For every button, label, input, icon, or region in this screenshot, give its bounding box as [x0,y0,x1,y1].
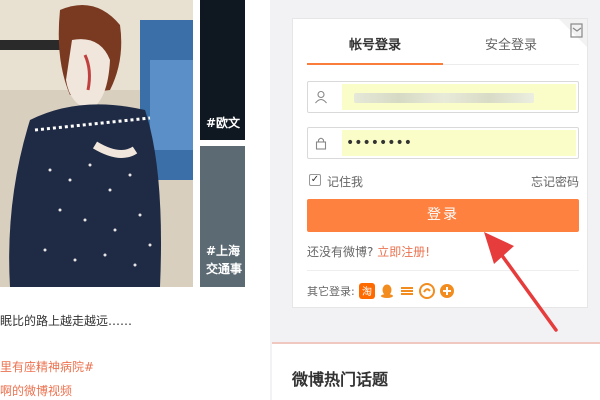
hot-topics-title: 微博热门话题 [292,370,389,389]
side-tag-1: #欧文 [206,116,241,130]
remember-label[interactable]: 记住我 [327,173,363,190]
tianyi-icon[interactable] [399,283,415,299]
illustration [0,0,193,287]
lock-icon [308,128,334,158]
username-blurred [354,93,534,103]
topic-link-1[interactable]: 里有座精神病院# [0,358,94,375]
side-image-2[interactable]: #上海 交通事 [200,146,245,287]
taobao-icon[interactable]: 淘 [358,283,375,299]
feed-panel: #欧文 #上海 交通事 眠比的路上越走越远…… 里有座精神病院# 啊的微博视频 [0,0,270,400]
tab-account-login[interactable]: 帐号登录 [307,29,443,65]
side-image-1[interactable]: #欧文 [200,0,245,140]
svg-text:淘: 淘 [362,285,372,298]
username-field[interactable] [307,81,579,113]
other-login-row: 其它登录: 淘 [307,283,455,299]
baidu-icon[interactable] [418,283,435,299]
remember-row: ✓ 记住我 忘记密码 [307,173,579,189]
login-tabs: 帐号登录 安全登录 [307,29,579,65]
remember-checkbox[interactable]: ✓ [309,174,321,186]
other-login-label: 其它登录: [307,285,355,298]
hot-topics-card: 微博热门话题 [272,342,600,400]
register-link[interactable]: 立即注册! [377,245,430,259]
side-tag-2: #上海 [206,244,241,258]
password-input[interactable] [342,130,576,156]
annotation-arrow-icon [484,232,558,332]
post-image[interactable] [0,0,193,287]
topic-link-2[interactable]: 啊的微博视频 [0,382,72,399]
side-tag-3: 交通事 [206,262,243,276]
forgot-password-link[interactable]: 忘记密码 [531,173,579,190]
no-account-text: 还没有微博? [307,245,374,259]
tab-secure-login[interactable]: 安全登录 [443,29,579,65]
more-icon[interactable] [439,283,455,299]
qq-icon[interactable] [379,283,395,299]
register-row: 还没有微博? 立即注册! [307,243,430,260]
post-text: 眠比的路上越走越远…… [0,314,133,328]
password-field[interactable] [307,127,579,159]
user-icon [308,82,334,112]
